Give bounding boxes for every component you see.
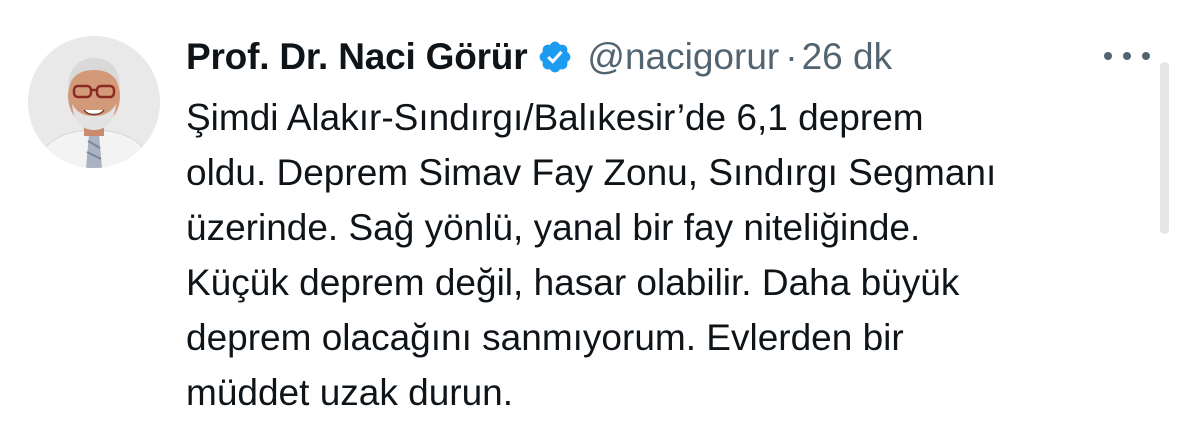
scrollbar[interactable] (1160, 62, 1169, 234)
tweet-timestamp[interactable]: 26 dk (802, 36, 893, 78)
tweet-text-line: üzerinde. Sağ yönlü, yanal bir fay nitel… (186, 207, 921, 248)
more-dot (1142, 52, 1150, 60)
tweet-text-line: müddet uzak durun. (186, 372, 514, 413)
tweet-text-line: oldu. Deprem Simav Fay Zonu, Sındırgı Se… (186, 152, 997, 193)
more-options-icon[interactable] (1104, 44, 1150, 68)
tweet-text-line: Şimdi Alakır-Sındırgı/Balıkesir’de 6,1 d… (186, 97, 924, 138)
author-display-name[interactable]: Prof. Dr. Naci Görür (186, 36, 528, 78)
avatar-image (28, 36, 160, 168)
tweet-header: Prof. Dr. Naci Görür @nacigorur · 26 dk (186, 30, 892, 84)
tweet-text: Şimdi Alakır-Sındırgı/Balıkesir’de 6,1 d… (186, 90, 1146, 420)
tweet-text-line: deprem olacağını sanmıyorum. Evlerden bi… (186, 317, 904, 358)
author-handle[interactable]: @nacigorur (587, 36, 779, 78)
tweet[interactable]: Prof. Dr. Naci Görür @nacigorur · 26 dk … (0, 0, 1179, 445)
more-dot (1104, 52, 1112, 60)
tweet-text-line: Küçük deprem değil, hasar olabilir. Daha… (186, 262, 960, 303)
header-separator: · (785, 36, 798, 77)
avatar[interactable] (28, 36, 160, 168)
verified-badge-icon[interactable] (537, 39, 573, 75)
more-dot (1123, 52, 1131, 60)
